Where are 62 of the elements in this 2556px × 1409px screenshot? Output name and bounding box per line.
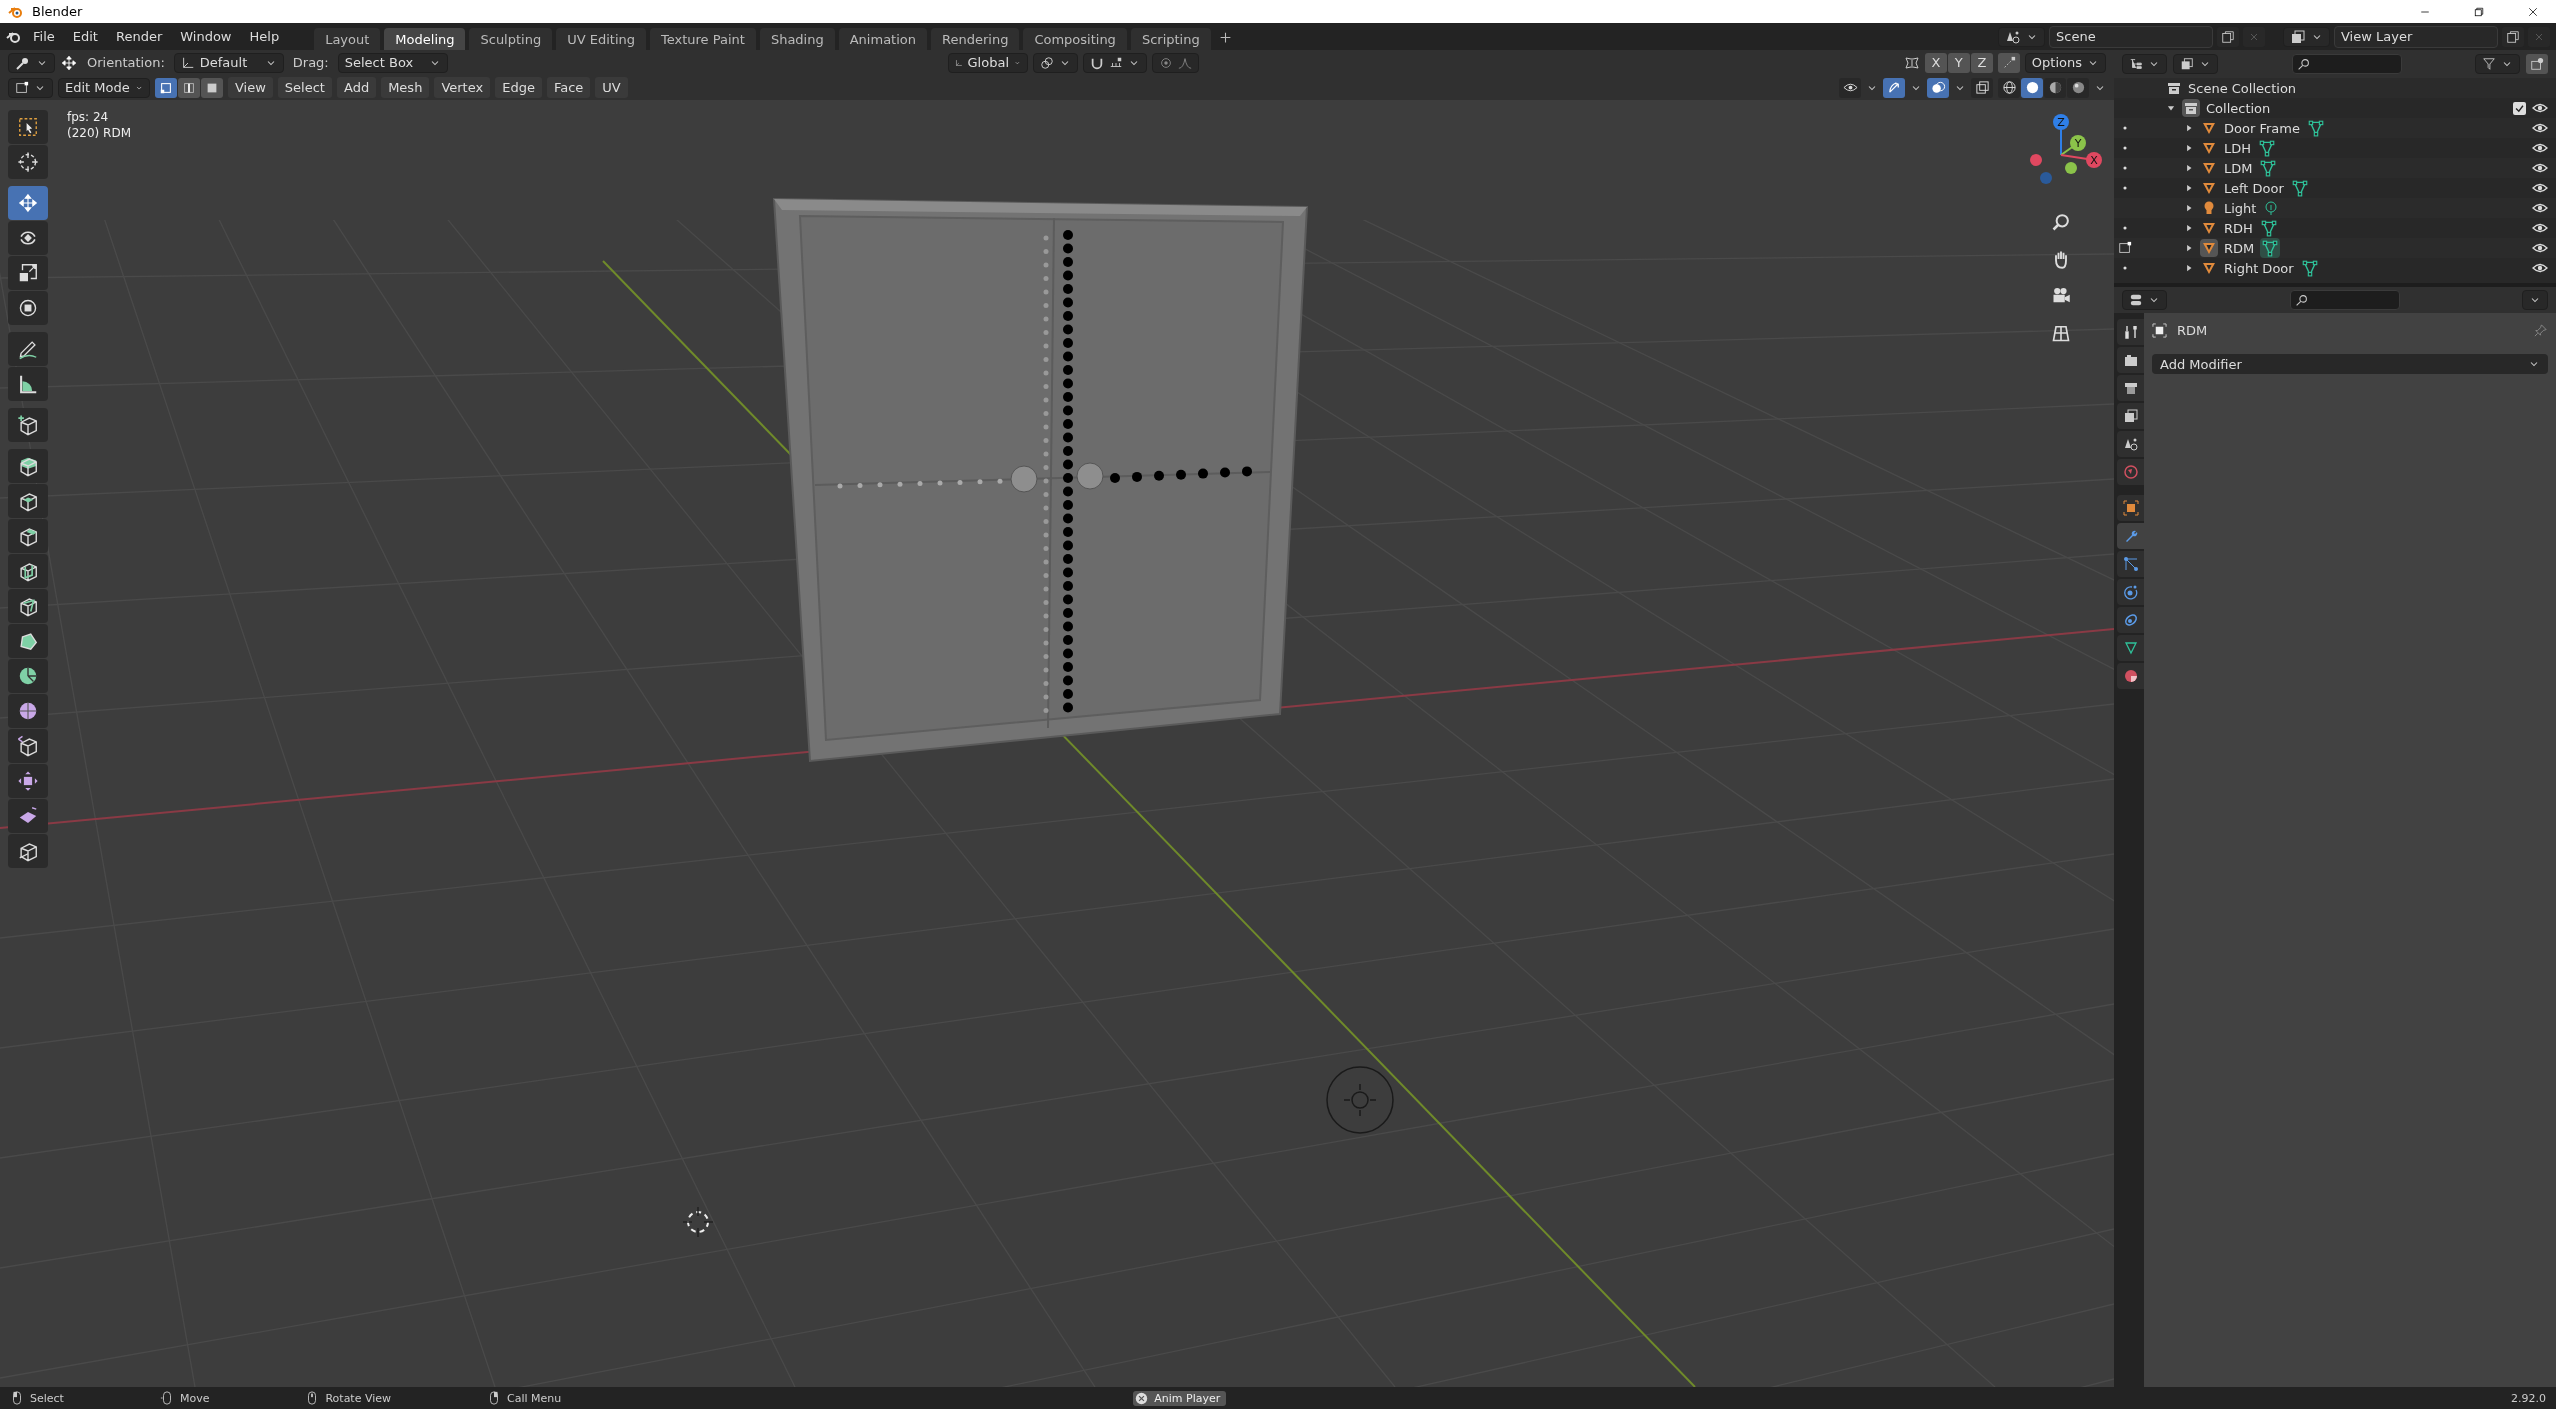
outliner-item-label: LDH (2224, 140, 2252, 156)
outliner-row[interactable]: Left Door (2114, 178, 2556, 198)
fps-readout: fps: 24 (67, 110, 110, 124)
add-modifier-dropdown[interactable]: Add Modifier (2152, 354, 2548, 374)
outliner-item-label: Scene Collection (2188, 80, 2297, 96)
header-menu[interactable]: View (228, 77, 273, 98)
workspace-tab[interactable]: Layout (314, 27, 381, 51)
header-menu[interactable]: Face (546, 77, 591, 98)
outliner-item-label: RDH (2224, 220, 2253, 236)
transform-orientation-dropdown[interactable]: Global (947, 52, 1028, 73)
workspace-tab[interactable]: Texture Paint (650, 27, 756, 51)
status-hint: Call Menu (507, 1391, 562, 1405)
outliner-row[interactable]: Collection (2114, 98, 2556, 118)
drag-dropdown[interactable]: Select Box (337, 52, 448, 73)
window-title: Blender (32, 4, 83, 19)
mirror-axis-toggle[interactable]: Z (1970, 52, 1993, 73)
header-menu[interactable]: Edge (495, 77, 542, 98)
workspace-tab[interactable]: Modeling (384, 27, 466, 51)
workspace-tab[interactable]: Scripting (1130, 27, 1211, 51)
orientation-dropdown[interactable]: Default (173, 52, 284, 73)
header-menu[interactable]: Vertex (434, 77, 491, 98)
menu-item[interactable]: Render (108, 26, 170, 47)
outliner-item-label: RDM (2224, 240, 2255, 256)
navigation-gizmo[interactable]: Z Y X (2016, 110, 2106, 200)
object-name: RDM (2177, 323, 2208, 338)
scene-name-field[interactable]: Scene (2049, 25, 2213, 48)
menu-item[interactable]: File (26, 26, 62, 47)
menu-item[interactable]: Window (173, 26, 239, 47)
outliner-item-label: Right Door (2224, 260, 2294, 276)
outliner-row[interactable]: Right Door (2114, 258, 2556, 278)
object-info-text: (220) RDM (67, 126, 131, 140)
orientation-label: Orientation: (86, 55, 166, 70)
workspace-tab[interactable]: Rendering (931, 27, 1020, 51)
header-menu[interactable]: Add (336, 77, 377, 98)
header-menu[interactable]: Select (277, 77, 332, 98)
status-hint: Select (30, 1391, 64, 1405)
view-layer-name-field[interactable]: View Layer (2334, 25, 2498, 48)
workspace-tab[interactable]: Shading (759, 27, 835, 51)
outliner-item-label: Collection (2206, 100, 2271, 116)
header-menu[interactable]: Mesh (381, 77, 430, 98)
workspace-tab[interactable]: Sculpting (469, 27, 553, 51)
header-menu[interactable]: UV (595, 77, 628, 98)
status-hint: Move (179, 1391, 210, 1405)
menu-item[interactable]: Edit (65, 26, 105, 47)
workspace-tab[interactable]: Animation (838, 27, 927, 51)
workspace-tab[interactable]: UV Editing (556, 27, 646, 51)
mirror-axis-toggle[interactable]: X (1924, 52, 1947, 73)
report-banner: Anim Player (1133, 1390, 1227, 1406)
outliner-item-label: Door Frame (2224, 120, 2300, 136)
mode-dropdown[interactable]: Edit Mode (58, 77, 150, 98)
outliner-row[interactable]: RDH (2114, 218, 2556, 238)
menu-item[interactable]: Help (242, 26, 287, 47)
workspace-tab[interactable]: Compositing (1023, 27, 1127, 51)
outliner-row[interactable]: LDH (2114, 138, 2556, 158)
outliner-item-label: LDM (2224, 160, 2253, 176)
version-label: 2.92.0 (2511, 1391, 2546, 1405)
outliner-item-label: Left Door (2224, 180, 2284, 196)
mirror-axis-toggle[interactable]: Y (1947, 52, 1970, 73)
outliner-item-label: Light (2224, 200, 2257, 216)
status-hint: Rotate View (325, 1391, 392, 1405)
drag-label: Drag: (291, 55, 330, 70)
options-dropdown[interactable]: Options (2024, 52, 2106, 73)
